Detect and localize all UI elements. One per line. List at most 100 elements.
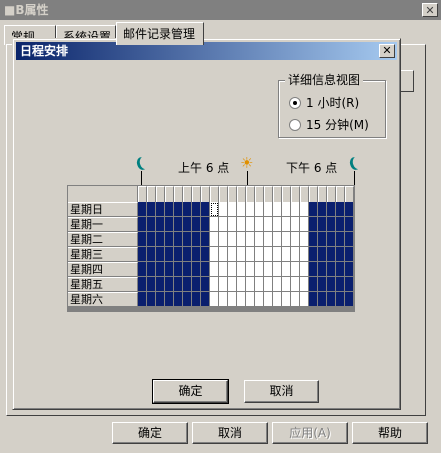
schedule-cell[interactable] xyxy=(138,232,147,247)
schedule-cell[interactable] xyxy=(327,247,336,262)
hour-header-button[interactable] xyxy=(210,186,219,202)
hour-header-button[interactable] xyxy=(138,186,147,202)
schedule-cell[interactable] xyxy=(300,247,309,262)
schedule-cell[interactable] xyxy=(273,277,282,292)
schedule-cell[interactable] xyxy=(147,262,156,277)
schedule-cell[interactable] xyxy=(138,247,147,262)
schedule-cell[interactable] xyxy=(327,277,336,292)
hour-header-button[interactable] xyxy=(147,186,156,202)
schedule-cell[interactable] xyxy=(210,262,219,277)
schedule-cell[interactable] xyxy=(138,217,147,232)
tab-mail-log-management[interactable]: 邮件记录管理 xyxy=(116,22,204,45)
schedule-cell[interactable] xyxy=(318,292,327,307)
schedule-cell[interactable] xyxy=(282,277,291,292)
schedule-cell[interactable] xyxy=(174,202,183,217)
hour-header-button[interactable] xyxy=(192,186,201,202)
schedule-cell[interactable] xyxy=(309,277,318,292)
schedule-cell[interactable] xyxy=(165,247,174,262)
schedule-cell[interactable] xyxy=(273,262,282,277)
hour-header-button[interactable] xyxy=(174,186,183,202)
schedule-cell[interactable] xyxy=(282,292,291,307)
properties-ok-button[interactable]: 确定 xyxy=(112,422,188,444)
schedule-cell[interactable] xyxy=(264,292,273,307)
schedule-cell[interactable] xyxy=(246,262,255,277)
select-all-button[interactable] xyxy=(68,186,138,202)
schedule-cell[interactable] xyxy=(156,232,165,247)
schedule-cell[interactable] xyxy=(183,247,192,262)
hour-header-button[interactable] xyxy=(336,186,345,202)
schedule-cell[interactable] xyxy=(165,292,174,307)
schedule-cell[interactable] xyxy=(228,217,237,232)
hour-header-button[interactable] xyxy=(183,186,192,202)
schedule-cell[interactable] xyxy=(147,277,156,292)
schedule-cell[interactable] xyxy=(309,292,318,307)
schedule-cell[interactable] xyxy=(336,247,345,262)
schedule-cell[interactable] xyxy=(327,262,336,277)
schedule-cell[interactable] xyxy=(300,292,309,307)
schedule-cell[interactable] xyxy=(246,232,255,247)
schedule-cell[interactable] xyxy=(219,292,228,307)
schedule-cell[interactable] xyxy=(309,247,318,262)
schedule-cell[interactable] xyxy=(138,262,147,277)
schedule-cell[interactable] xyxy=(138,292,147,307)
schedule-cell[interactable] xyxy=(147,232,156,247)
schedule-cell[interactable] xyxy=(183,262,192,277)
schedule-cell[interactable] xyxy=(309,217,318,232)
hour-header-button[interactable] xyxy=(318,186,327,202)
day-label-button[interactable]: 星期二 xyxy=(68,232,138,247)
schedule-cell[interactable] xyxy=(345,247,354,262)
hour-header-button[interactable] xyxy=(309,186,318,202)
radio-button[interactable] xyxy=(289,97,301,109)
hour-header-button[interactable] xyxy=(327,186,336,202)
schedule-cell[interactable] xyxy=(291,232,300,247)
background-list-scroll-button[interactable] xyxy=(400,70,414,92)
schedule-cell[interactable] xyxy=(237,202,246,217)
schedule-cell[interactable] xyxy=(345,277,354,292)
schedule-cell[interactable] xyxy=(147,202,156,217)
schedule-cell[interactable] xyxy=(165,202,174,217)
schedule-cell[interactable] xyxy=(138,202,147,217)
schedule-cell[interactable] xyxy=(219,247,228,262)
schedule-cell[interactable] xyxy=(318,202,327,217)
schedule-cell[interactable] xyxy=(219,277,228,292)
schedule-cell[interactable] xyxy=(309,262,318,277)
hour-header-button[interactable] xyxy=(291,186,300,202)
schedule-cell[interactable] xyxy=(255,232,264,247)
schedule-cell[interactable] xyxy=(192,247,201,262)
schedule-cell[interactable] xyxy=(246,247,255,262)
schedule-cell[interactable] xyxy=(183,277,192,292)
schedule-cell[interactable] xyxy=(291,262,300,277)
schedule-cell[interactable] xyxy=(156,262,165,277)
schedule-cell[interactable] xyxy=(219,232,228,247)
properties-cancel-button[interactable]: 取消 xyxy=(192,422,268,444)
day-label-button[interactable]: 星期日 xyxy=(68,202,138,217)
hour-header-button[interactable] xyxy=(273,186,282,202)
schedule-cell[interactable] xyxy=(183,232,192,247)
schedule-cell[interactable] xyxy=(327,217,336,232)
schedule-cell[interactable] xyxy=(336,202,345,217)
schedule-cell[interactable] xyxy=(210,202,219,217)
schedule-cell[interactable] xyxy=(174,247,183,262)
schedule-cell[interactable] xyxy=(309,232,318,247)
hour-header-button[interactable] xyxy=(300,186,309,202)
schedule-cell[interactable] xyxy=(291,277,300,292)
schedule-cell[interactable] xyxy=(201,202,210,217)
schedule-cell[interactable] xyxy=(318,247,327,262)
schedule-cell[interactable] xyxy=(201,247,210,262)
day-label-button[interactable]: 星期三 xyxy=(68,247,138,262)
schedule-cell[interactable] xyxy=(264,232,273,247)
schedule-cell[interactable] xyxy=(327,202,336,217)
schedule-cell[interactable] xyxy=(300,202,309,217)
hour-header-button[interactable] xyxy=(282,186,291,202)
hour-header-button[interactable] xyxy=(165,186,174,202)
schedule-cell[interactable] xyxy=(255,202,264,217)
schedule-cell[interactable] xyxy=(345,232,354,247)
schedule-cell[interactable] xyxy=(336,292,345,307)
schedule-cell[interactable] xyxy=(282,247,291,262)
schedule-cell[interactable] xyxy=(237,277,246,292)
properties-help-button[interactable]: 帮助 xyxy=(352,422,428,444)
schedule-cell[interactable] xyxy=(192,277,201,292)
schedule-cell[interactable] xyxy=(156,247,165,262)
schedule-cell[interactable] xyxy=(273,217,282,232)
schedule-cell[interactable] xyxy=(336,277,345,292)
